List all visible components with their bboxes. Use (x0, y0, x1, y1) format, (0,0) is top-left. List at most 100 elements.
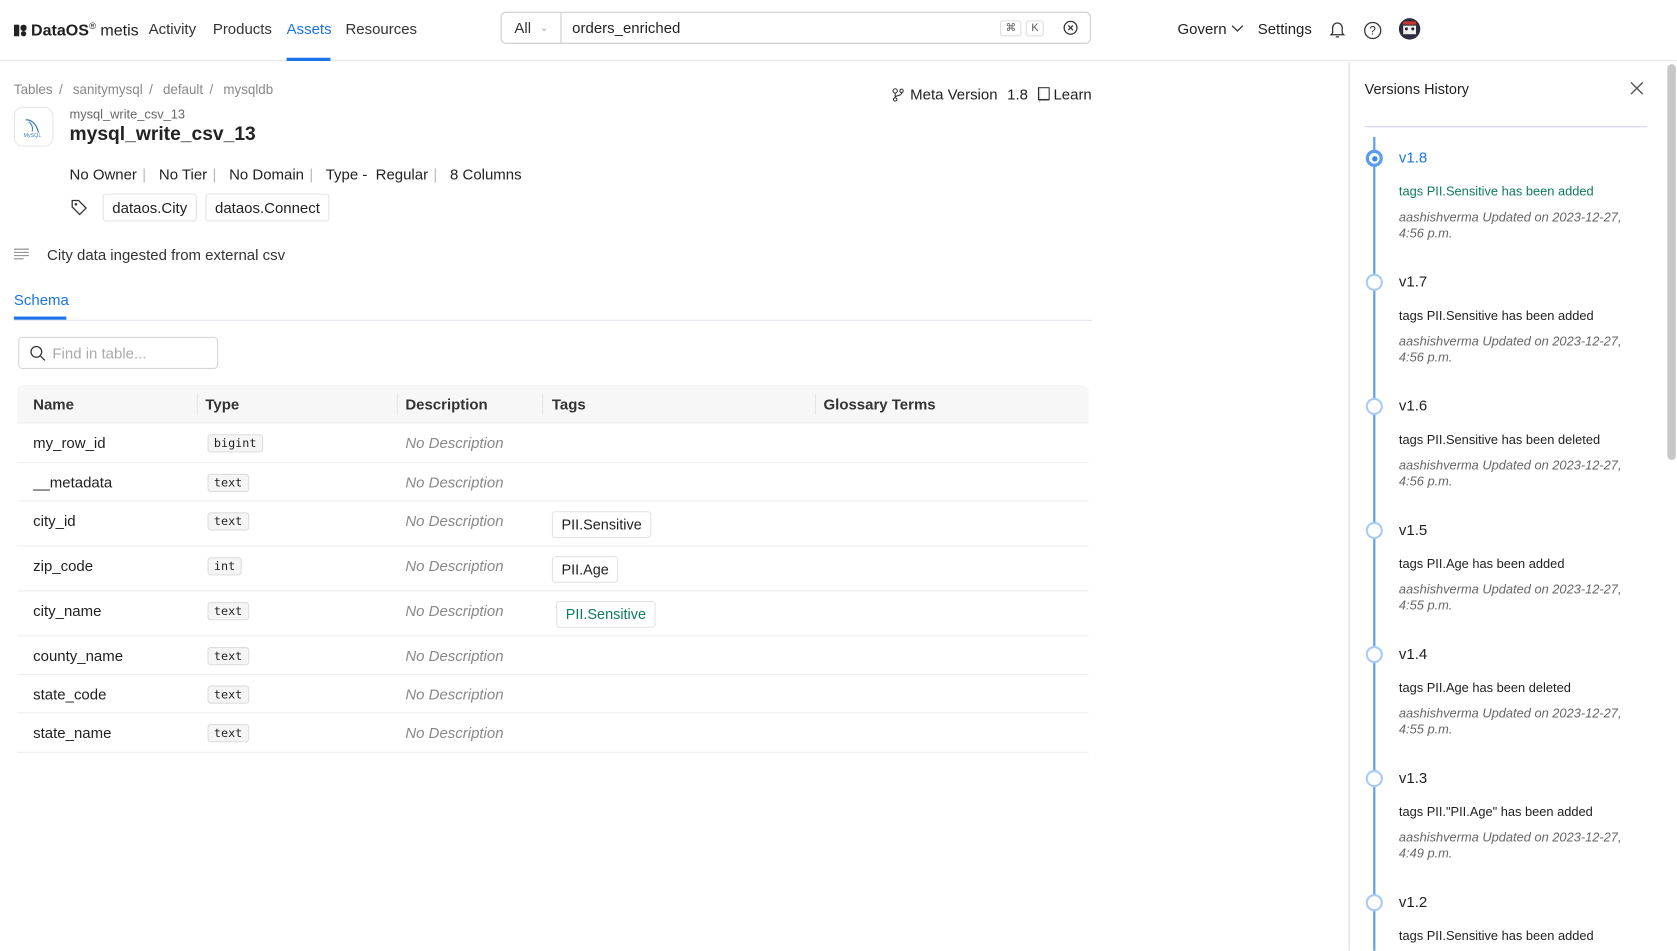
meta-version-label: Meta Version (910, 85, 998, 103)
learn-label: Learn (1053, 85, 1092, 103)
column-name: city_name (33, 602, 102, 620)
table-row[interactable]: my_row_id bigint No Description (17, 424, 1089, 464)
table-search-input[interactable]: Find in table... (18, 336, 219, 369)
version-message: tags PII.Age has been deleted (1398, 680, 1571, 696)
version-message: tags PII."PII.Age" has been added (1398, 804, 1593, 820)
clear-search-icon[interactable] (1063, 20, 1078, 35)
bell-icon[interactable] (1329, 20, 1346, 38)
table-header: Name Type Description Tags Glossary Term… (17, 385, 1089, 424)
column-type-badge: bigint (207, 434, 263, 453)
tier[interactable]: No Tier (159, 166, 207, 183)
shortcut-key: K (1026, 19, 1044, 36)
table-row[interactable]: state_code text No Description (17, 675, 1089, 714)
table-row[interactable]: state_name text No Description (17, 713, 1089, 753)
column-name: county_name (33, 647, 124, 665)
owner[interactable]: No Owner (70, 166, 137, 183)
column-description[interactable]: No Description (405, 557, 503, 574)
scrollbar[interactable] (1667, 64, 1676, 460)
close-icon[interactable] (1630, 81, 1644, 95)
column-description[interactable]: No Description (405, 602, 503, 619)
meta-version-value: 1.8 (1007, 85, 1028, 103)
version-message: tags PII.Age has been added (1398, 556, 1565, 572)
column-description[interactable]: No Description (405, 686, 503, 703)
table-row[interactable]: county_name text No Description (17, 636, 1089, 675)
version-author-date: aashishverma Updated on 2023-12-27, 4:56… (1398, 209, 1622, 241)
column-description[interactable]: No Description (405, 724, 503, 741)
brand-name: DataOS (31, 21, 89, 40)
version-author-date: aashishverma Updated on 2023-12-27, 4:55… (1398, 581, 1622, 613)
version-message: tags PII.Sensitive has been added (1398, 308, 1594, 323)
version-label[interactable]: v1.8 (1399, 149, 1427, 166)
description-icon (13, 248, 29, 260)
column-name: state_name (33, 724, 112, 742)
version-label[interactable]: v1.3 (1399, 769, 1427, 786)
column-header-tags[interactable]: Tags (552, 396, 586, 413)
table-row[interactable]: zip_code int No Description PII.Age (17, 547, 1089, 592)
nav-activity[interactable]: Activity (149, 20, 196, 37)
mysql-logo-icon: MySQL (13, 106, 54, 147)
breadcrumb-item[interactable]: Tables (14, 82, 53, 97)
version-label[interactable]: v1.6 (1399, 397, 1427, 414)
timeline-dot-icon (1365, 894, 1383, 912)
version-message: tags PII.Sensitive has been added (1398, 928, 1594, 944)
timeline-dot-icon (1365, 397, 1383, 415)
version-label[interactable]: v1.2 (1399, 893, 1427, 910)
domain[interactable]: No Domain (229, 166, 304, 183)
version-label[interactable]: v1.5 (1399, 521, 1427, 538)
version-author-date: aashishverma Updated on 2023-12-27, 4:56… (1398, 333, 1622, 365)
breadcrumb-item[interactable]: mysqldb (223, 82, 273, 97)
column-name: __metadata (33, 473, 113, 491)
brand-reg: ® (88, 20, 97, 32)
column-description[interactable]: No Description (405, 434, 503, 451)
column-tag[interactable]: PII.Sensitive (556, 601, 656, 628)
timeline-dot-icon (1365, 770, 1383, 788)
asset-tag[interactable]: dataos.Connect (205, 193, 330, 222)
timeline-dot-icon (1365, 645, 1383, 664)
column-header-type[interactable]: Type (205, 396, 239, 413)
column-header-glossary-terms[interactable]: Glossary Terms (824, 396, 936, 413)
asset-fqn: mysql_write_csv_13 (69, 106, 186, 122)
column-type-badge: int (207, 557, 242, 576)
nav-resources[interactable]: Resources (345, 20, 417, 37)
column-name: my_row_id (33, 434, 106, 452)
column-header-name[interactable]: Name (33, 396, 74, 413)
column-header-description[interactable]: Description (405, 396, 487, 413)
column-tag[interactable]: PII.Sensitive (551, 511, 652, 538)
meta-version[interactable]: Meta Version 1.8 | (892, 86, 1045, 103)
column-description[interactable]: No Description (405, 512, 503, 529)
learn-link[interactable]: Learn (1037, 85, 1092, 103)
help-icon[interactable]: ? (1364, 21, 1382, 40)
table-search-placeholder: Find in table... (52, 344, 147, 362)
logo[interactable]: DataOS® metis (13, 20, 139, 40)
settings-link[interactable]: Settings (1258, 20, 1312, 37)
column-description[interactable]: No Description (405, 474, 503, 491)
table-row[interactable]: city_name text No Description PII.Sensiti… (17, 591, 1089, 637)
column-type-badge: text (207, 473, 249, 492)
table-row[interactable]: city_id text No Description PII.Sensitive (17, 502, 1089, 547)
breadcrumb-item[interactable]: sanitymysql (73, 82, 143, 97)
nav-products[interactable]: Products (213, 20, 272, 37)
table-row[interactable]: __metadata text No Description (17, 463, 1089, 502)
govern-menu[interactable]: Govern (1178, 20, 1244, 37)
asset-tags: dataos.City dataos.Connect (71, 193, 330, 222)
search-filter-select[interactable]: All ⌄ (502, 12, 562, 43)
search-input[interactable]: orders_enriched (561, 19, 1000, 36)
tab-schema[interactable]: Schema (14, 291, 69, 308)
column-tag[interactable]: PII.Age (551, 556, 619, 583)
version-message: tags PII.Sensitive has been added (1398, 183, 1594, 199)
version-author-date: aashishverma Updated on 2023-12-27, 4:55… (1398, 705, 1622, 737)
version-label[interactable]: v1.4 (1399, 645, 1427, 662)
column-type-badge: text (207, 512, 249, 531)
avatar[interactable] (1398, 17, 1422, 41)
asset-tag[interactable]: dataos.City (102, 193, 197, 222)
breadcrumb-item[interactable]: default (163, 82, 203, 97)
breadcrumb: Tables / sanitymysql / default / mysqldb (13, 82, 274, 98)
nav-assets[interactable]: Assets (287, 20, 332, 37)
version-label[interactable]: v1.7 (1399, 273, 1427, 290)
timeline-dot-icon (1365, 273, 1383, 291)
chevron-down-icon (1231, 25, 1244, 32)
global-search: All ⌄ orders_enriched ⌘ K (500, 11, 1091, 44)
panel-title: Versions History (1364, 81, 1470, 98)
column-description[interactable]: No Description (405, 647, 503, 664)
column-type-badge: text (207, 602, 249, 621)
